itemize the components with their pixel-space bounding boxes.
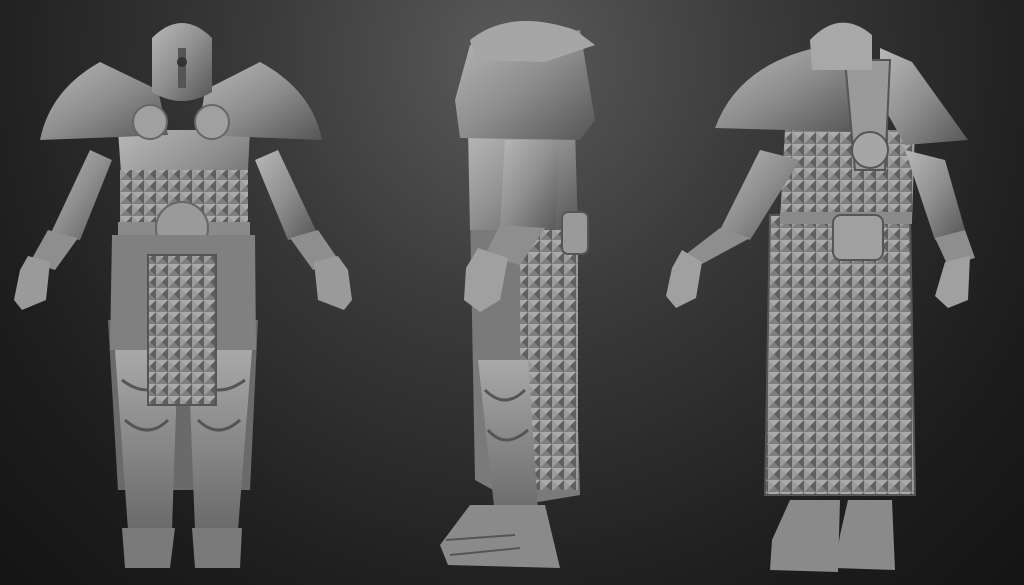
turnaround-render bbox=[14, 21, 975, 572]
side-leg bbox=[478, 360, 538, 515]
back-helmet bbox=[810, 22, 872, 71]
front-left-arm bbox=[50, 150, 112, 240]
side-view bbox=[440, 21, 595, 568]
front-right-arm bbox=[255, 150, 318, 240]
side-arm bbox=[500, 140, 560, 230]
back-torso bbox=[780, 130, 915, 220]
back-view bbox=[666, 22, 975, 572]
back-right-arm bbox=[905, 150, 965, 240]
front-view bbox=[14, 23, 352, 568]
sculpt-viewport bbox=[0, 0, 1024, 585]
